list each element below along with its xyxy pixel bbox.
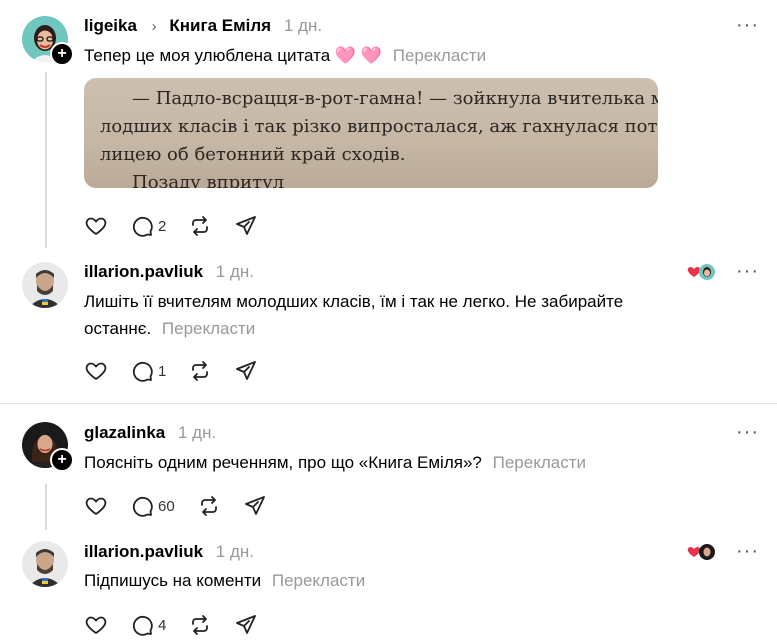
comment-icon: [132, 216, 153, 237]
reply-count: 1: [158, 362, 167, 380]
quote-line-2: лодших класів і так різко випросталася, …: [100, 116, 658, 137]
quote-line-3: лицею об бетонний край сходів.: [100, 144, 406, 165]
post-text: Підпишусь на коменти Перекласти: [84, 567, 365, 594]
avatar-illarion[interactable]: [22, 262, 68, 308]
repost-icon: [192, 615, 209, 635]
liked-by-author-badge: [687, 542, 717, 567]
translate-link[interactable]: Перекласти: [493, 453, 586, 472]
username[interactable]: illarion.pavliuk: [84, 542, 203, 561]
post-text: Лишіть її вчителям молодших класів, їм і…: [84, 288, 724, 342]
like-button[interactable]: [84, 359, 108, 383]
reply-button[interactable]: 1: [130, 359, 166, 383]
username[interactable]: ligeika: [84, 16, 137, 35]
comment-icon: [132, 496, 153, 517]
chevron-right-icon: ›: [151, 18, 157, 35]
reply-count: 60: [158, 497, 175, 515]
like-button[interactable]: [84, 494, 108, 518]
post-text: Поясніть одним реченням, про що «Книга Е…: [84, 449, 586, 476]
quote-photo[interactable]: — Падло-всрацця-в-рот-гамна! — зойкнула …: [84, 78, 658, 188]
share-button[interactable]: [234, 214, 258, 238]
more-icon[interactable]: ···: [736, 260, 759, 283]
repost-button[interactable]: [188, 613, 212, 637]
timestamp[interactable]: 1 дн.: [216, 262, 254, 281]
repost-icon: [192, 361, 209, 381]
post-text-line-2: останнє. Перекласти: [84, 315, 724, 342]
repost-button[interactable]: [188, 214, 212, 238]
reply-illarion-1: illarion.pavliuk 1 дн. ··· Лишіть її вчи…: [0, 250, 777, 402]
repost-icon: [192, 216, 209, 236]
more-icon[interactable]: ···: [736, 421, 759, 444]
reply-button[interactable]: 4: [130, 613, 166, 637]
username[interactable]: illarion.pavliuk: [84, 262, 203, 281]
repost-icon: [200, 496, 217, 516]
heart-icon: [85, 217, 107, 235]
post-text-content: Поясніть одним реченням, про що «Книга Е…: [84, 453, 482, 472]
share-button[interactable]: [243, 494, 267, 518]
timestamp[interactable]: 1 дн.: [178, 423, 216, 442]
quote-line-4: Позаду впритул: [132, 172, 285, 188]
repost-button[interactable]: [188, 359, 212, 383]
follow-plus-icon[interactable]: +: [50, 42, 74, 66]
share-icon: [236, 216, 257, 235]
heart-icon: [85, 497, 107, 515]
post-text-content: Підпишусь на коменти: [84, 571, 262, 590]
post-text-content: Тепер це моя улюблена цитата: [84, 46, 331, 65]
action-bar: 1: [84, 356, 280, 386]
emoji-hearts: 🩷 🩷: [334, 46, 382, 65]
action-bar: 60: [84, 491, 289, 521]
action-bar: 4: [84, 610, 280, 640]
post-glazalinka: + glazalinka 1 дн. ··· Поясніть одним ре…: [0, 404, 777, 530]
post-header: ligeika › Книга Еміля 1 дн.: [84, 16, 322, 36]
share-button[interactable]: [234, 613, 258, 637]
quote-text-1: Падло-всрацця-в-рот-гамна! — зойкнула вч…: [155, 88, 658, 109]
share-button[interactable]: [234, 359, 258, 383]
share-icon: [236, 361, 257, 380]
username[interactable]: glazalinka: [84, 423, 165, 442]
reply-button[interactable]: 2: [130, 214, 166, 238]
avatar-illarion[interactable]: [22, 541, 68, 587]
post-text: Тепер це моя улюблена цитата 🩷 🩷 Перекла…: [84, 42, 486, 69]
reply-button[interactable]: 60: [130, 494, 175, 518]
repost-button[interactable]: [197, 494, 221, 518]
post-header: illarion.pavliuk 1 дн.: [84, 542, 254, 562]
more-icon[interactable]: ···: [736, 14, 759, 37]
thread-line: [45, 72, 47, 248]
like-button[interactable]: [84, 214, 108, 238]
reply-count: 2: [158, 217, 167, 235]
thread-line: [45, 484, 47, 530]
follow-plus-icon[interactable]: +: [50, 448, 74, 472]
more-icon[interactable]: ···: [736, 540, 759, 563]
heart-icon: [85, 362, 107, 380]
post-header: glazalinka 1 дн.: [84, 423, 216, 443]
post-text-line-1: Лишіть її вчителям молодших класів, їм і…: [84, 292, 624, 311]
reply-illarion-2: illarion.pavliuk 1 дн. ··· Підпишусь на …: [0, 530, 777, 643]
topic-link[interactable]: Книга Еміля: [169, 16, 271, 35]
translate-link[interactable]: Перекласти: [393, 46, 486, 65]
like-button[interactable]: [84, 613, 108, 637]
timestamp[interactable]: 1 дн.: [216, 542, 254, 561]
comment-icon: [132, 361, 153, 382]
heart-icon: [85, 616, 107, 634]
post-header: illarion.pavliuk 1 дн.: [84, 262, 254, 282]
post-text-line-2-content: останнє.: [84, 319, 152, 338]
share-icon: [244, 496, 265, 515]
reply-count: 4: [158, 616, 167, 634]
translate-link[interactable]: Перекласти: [162, 319, 255, 338]
quote-line-1: — Падло-всрацця-в-рот-гамна! — зойкнула …: [132, 88, 658, 109]
translate-link[interactable]: Перекласти: [272, 571, 365, 590]
share-icon: [236, 615, 257, 634]
post-ligeika: + ligeika › Книга Еміля 1 дн. ··· Тепер …: [0, 0, 777, 250]
action-bar: 2: [84, 211, 280, 241]
comment-icon: [132, 615, 153, 636]
quote-dash: —: [132, 88, 150, 109]
timestamp[interactable]: 1 дн.: [284, 16, 322, 35]
liked-by-author-badge: [687, 262, 717, 287]
